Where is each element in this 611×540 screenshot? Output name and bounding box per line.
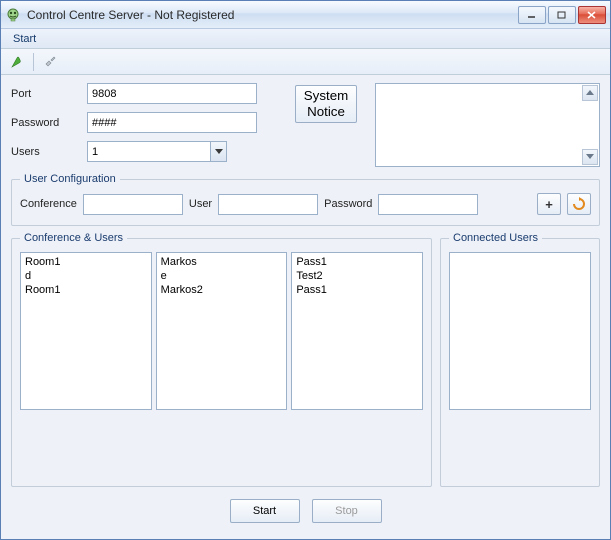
disconnect-icon[interactable]	[40, 52, 60, 72]
scroll-down-icon[interactable]	[582, 149, 598, 165]
port-input[interactable]	[87, 83, 257, 104]
user-config-legend: User Configuration	[20, 173, 120, 185]
scroll-up-icon[interactable]	[582, 85, 598, 101]
uc-password-input[interactable]	[378, 194, 478, 215]
stop-button[interactable]: Stop	[312, 499, 382, 523]
close-button[interactable]	[578, 6, 606, 24]
list-item[interactable]: Pass1	[296, 283, 418, 297]
conference-label: Conference	[20, 198, 77, 210]
top-row: Port Password Users System Notice	[11, 83, 600, 167]
log-textarea[interactable]	[375, 83, 600, 167]
connect-icon[interactable]	[7, 52, 27, 72]
server-settings: Port Password Users	[11, 83, 257, 162]
list-item[interactable]: Test2	[296, 269, 418, 283]
user-label: User	[189, 198, 212, 210]
chevron-down-icon[interactable]	[210, 142, 226, 161]
menubar: Start	[1, 29, 610, 49]
titlebar: Control Centre Server - Not Registered	[1, 1, 610, 29]
list-item[interactable]: Pass1	[296, 255, 418, 269]
refresh-icon	[571, 196, 587, 212]
list-item[interactable]: Room1	[25, 283, 147, 297]
passwords-listbox[interactable]: Pass1Test2Pass1	[291, 252, 423, 410]
conference-input[interactable]	[83, 194, 183, 215]
password-label: Password	[11, 117, 81, 129]
list-item[interactable]: d	[25, 269, 147, 283]
window-title: Control Centre Server - Not Registered	[27, 8, 518, 22]
toolbar	[1, 49, 610, 75]
conference-users-group: Conference & Users Room1dRoom1 MarkoseMa…	[11, 232, 432, 487]
action-buttons: Start Stop	[11, 493, 600, 531]
connected-listbox[interactable]	[449, 252, 591, 410]
users-value[interactable]	[87, 141, 227, 162]
window-controls	[518, 6, 606, 24]
app-window: Control Centre Server - Not Registered S…	[0, 0, 611, 540]
app-icon	[5, 7, 21, 23]
conf-users-legend: Conference & Users	[20, 232, 127, 244]
toolbar-separator	[33, 53, 34, 71]
maximize-button[interactable]	[548, 6, 576, 24]
minimize-button[interactable]	[518, 6, 546, 24]
connected-legend: Connected Users	[449, 232, 542, 244]
user-input[interactable]	[218, 194, 318, 215]
password-input[interactable]	[87, 112, 257, 133]
rooms-listbox[interactable]: Room1dRoom1	[20, 252, 152, 410]
connected-users-group: Connected Users	[440, 232, 600, 487]
uc-password-label: Password	[324, 198, 372, 210]
refresh-button[interactable]	[567, 193, 591, 215]
add-user-button[interactable]: +	[537, 193, 561, 215]
users-listbox[interactable]: MarkoseMarkos2	[156, 252, 288, 410]
users-combo[interactable]	[87, 141, 227, 162]
system-notice-button[interactable]: System Notice	[295, 85, 357, 123]
list-item[interactable]: Markos2	[161, 283, 283, 297]
port-label: Port	[11, 88, 81, 100]
list-item[interactable]: Markos	[161, 255, 283, 269]
plus-icon: +	[545, 197, 553, 212]
user-configuration-group: User Configuration Conference User Passw…	[11, 173, 600, 226]
list-item[interactable]: Room1	[25, 255, 147, 269]
start-button[interactable]: Start	[230, 499, 300, 523]
content-area: Port Password Users System Notice	[1, 75, 610, 539]
menu-start[interactable]: Start	[7, 31, 42, 47]
users-label: Users	[11, 146, 81, 158]
list-item[interactable]: e	[161, 269, 283, 283]
